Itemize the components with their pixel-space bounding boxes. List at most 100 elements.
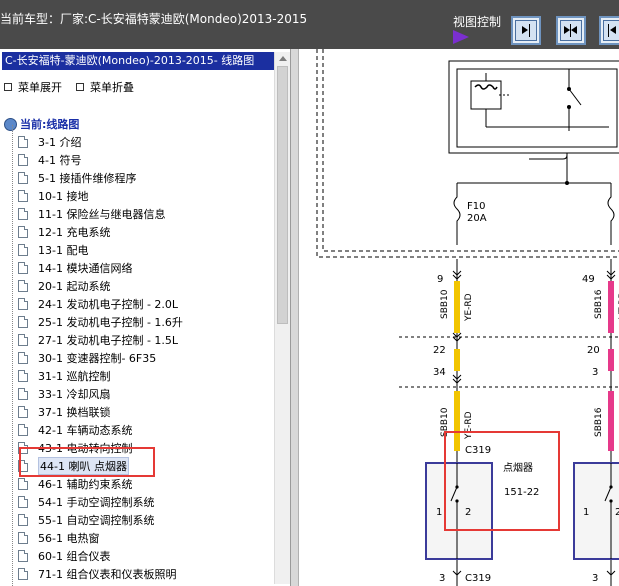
tree-item[interactable]: 3-1 介绍 [18,133,81,151]
tree-item-label: 55-1 自动空调控制系统 [38,514,155,527]
document-icon [18,208,28,220]
document-icon [18,478,28,490]
sidebar-scrollbar[interactable] [274,52,290,584]
tree-item[interactable]: 60-1 组合仪表 [18,547,110,565]
panel-splitter[interactable] [291,49,299,586]
wiring-diagram: F10 20A 9 SBB10 YE-RD 22 34 SBB10 YE-RD … [299,49,619,586]
document-icon [18,406,28,418]
pin-right-3: 3 [592,367,598,378]
tree-item[interactable]: 54-1 手动空调控制系统 [18,493,154,511]
pin-22: 22 [433,345,446,356]
tree-item[interactable]: 10-1 接地 [18,187,88,205]
current-model-title: 当前车型：厂家:C-长安福特蒙迪欧(Mondeo)2013-2015 [0,12,308,26]
document-icon [18,298,28,310]
tree-item[interactable]: 37-1 换档联锁 [18,403,110,421]
tree-item[interactable]: 46-1 辅助约束系统 [18,475,132,493]
pin-34: 34 [433,367,446,378]
wire-yellow-segment-1 [454,281,460,333]
selected-item-highlight [19,447,155,477]
document-icon [18,352,28,364]
tree-item-label: 27-1 发动机电子控制 - 1.5L [38,334,179,347]
scroll-up-icon[interactable] [279,56,287,61]
wire-left-id: SBB10 [440,289,450,319]
terminal-1: 1 [436,507,442,518]
tree-item[interactable]: 30-1 变速器控制- 6F35 [18,349,156,367]
tree-item[interactable]: 31-1 巡航控制 [18,367,110,385]
tree-guide-line [12,125,14,586]
view-control-arrow-icon[interactable] [453,30,469,44]
tree-item-label: 3-1 介绍 [38,136,82,149]
document-icon [18,514,28,526]
pin-left-top: 9 [437,274,443,285]
tree-item[interactable]: 25-1 发动机电子控制 - 1.6升 [18,313,183,331]
menu-expand-button[interactable]: 菜单展开 [4,79,62,95]
path-header: C-长安福特-蒙迪欧(Mondeo)-2013-2015- 线路图 [2,52,274,70]
tree-item[interactable]: 24-1 发动机电子控制 - 2.0L [18,295,178,313]
terminal-right-2: 2 [615,507,619,518]
tree-item[interactable]: 13-1 配电 [18,241,88,259]
tree-item[interactable]: 56-1 电热窗 [18,529,99,547]
terminal-right-1: 1 [583,507,589,518]
connector-label: C319 [465,445,491,456]
document-icon [18,568,28,580]
component-name: 点烟器 [503,461,533,474]
tree-root-label: 当前:线路图 [20,118,80,131]
view-expand-right-button[interactable] [511,16,541,45]
pin-20: 20 [587,345,600,356]
wire-left-color-2: YE-RD [464,411,474,440]
tree-item-label: 33-1 冷却风扇 [38,388,111,401]
wire-left-color: YE-RD [464,293,474,322]
document-icon [18,262,28,274]
tree-item[interactable]: 20-1 起动系统 [18,277,110,295]
bottom-pin: 3 [439,573,445,584]
tree-item-label: 37-1 换档联锁 [38,406,111,419]
document-icon [18,226,28,238]
menu-collapse-button[interactable]: 菜单折叠 [76,79,134,95]
sidebar: C-长安福特-蒙迪欧(Mondeo)-2013-2015- 线路图 菜单展开 菜… [0,49,291,586]
view-expand-left-button[interactable] [599,16,619,45]
document-icon [18,136,28,148]
tree-item[interactable]: 12-1 充电系统 [18,223,110,241]
document-icon [18,550,28,562]
bottom-pin-right: 3 [592,573,598,584]
tree-item-label: 60-1 组合仪表 [38,550,111,563]
document-icon [18,244,28,256]
tree-item[interactable]: 4-1 符号 [18,151,81,169]
panel-left-icon [603,20,619,41]
tree-item[interactable]: 55-1 自动空调控制系统 [18,511,154,529]
wire-pink-segment-1 [608,281,614,333]
tree-item-label: 12-1 充电系统 [38,226,111,239]
document-icon [18,388,28,400]
menu-collapse-label: 菜单折叠 [90,81,134,94]
tree-item-label: 10-1 接地 [38,190,89,203]
document-icon [18,496,28,508]
wiring-diagram-canvas: F10 20A 9 SBB10 YE-RD 22 34 SBB10 YE-RD … [316,49,619,586]
panel-right-icon [515,20,537,41]
tree-item[interactable]: 27-1 发动机电子控制 - 1.5L [18,331,178,349]
document-icon [18,370,28,382]
tree-item-label: 24-1 发动机电子控制 - 2.0L [38,298,179,311]
wire-pink-segment-2 [608,349,614,371]
tree-item[interactable]: 11-1 保险丝与继电器信息 [18,205,165,223]
root-node-icon [4,117,17,131]
tree-item[interactable]: 42-1 车辆动态系统 [18,421,132,439]
document-icon [18,154,28,166]
bottom-connector: C319 [465,573,491,584]
document-icon [18,190,28,202]
scrollbar-thumb[interactable] [277,66,288,324]
wire-right-id: SBB16 [594,289,604,319]
right-component[interactable] [573,462,619,560]
tree-item-label: 71-1 组合仪表和仪表板照明 [38,568,177,581]
view-split-button[interactable] [556,16,586,45]
tree-item-label: 13-1 配电 [38,244,89,257]
tree-item[interactable]: 71-1 组合仪表和仪表板照明 [18,565,176,583]
tree-item-label: 25-1 发动机电子控制 - 1.6升 [38,316,183,329]
tree-item-label: 4-1 符号 [38,154,82,167]
top-bar: 当前车型：厂家:C-长安福特蒙迪欧(Mondeo)2013-2015 视图控制 [0,0,619,49]
tree-item[interactable]: 5-1 接插件维修程序 [18,169,136,187]
tree-root[interactable]: 当前:线路图 [4,116,79,132]
component-page: 151-22 [504,487,539,498]
fuse-rating: 20A [467,213,487,224]
tree-item[interactable]: 14-1 模块通信网络 [18,259,132,277]
tree-item[interactable]: 33-1 冷却风扇 [18,385,110,403]
